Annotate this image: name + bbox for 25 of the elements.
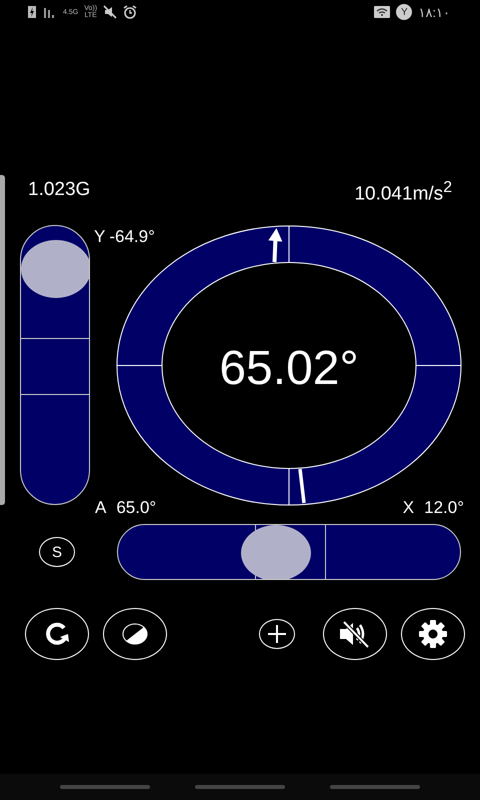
dial-reading: 65.02° [218,341,360,396]
contrast-icon [121,622,149,646]
battery-charging-icon [27,5,37,19]
acceleration-reading: 10.041m/s$^{2}$ [354,179,452,206]
signal-icon [43,6,57,18]
x-axis-label: X [402,498,414,518]
y-axis-label: Y [94,227,106,248]
arrow-icon [267,227,283,264]
muted-icon [103,5,118,19]
wifi-icon [374,6,390,18]
add-button[interactable] [259,619,295,650]
y-angle-value: -64.9° [109,227,155,248]
alarm-icon [123,5,138,19]
profile-badge: Y [396,4,412,20]
a-axis-label: A [95,498,106,518]
needle-mark [298,468,306,504]
sensor-button[interactable]: S [39,537,75,568]
edge-handle[interactable] [0,175,5,505]
x-angle-value: 12.0° [424,498,464,518]
gravity-reading: 1.023G [28,179,90,202]
a-angle-value: 65.0° [116,498,156,518]
sound-off-icon [338,620,372,648]
settings-icon [418,619,448,650]
clock-time: ١٨:١٠ [418,4,450,20]
plus-icon [267,624,287,644]
